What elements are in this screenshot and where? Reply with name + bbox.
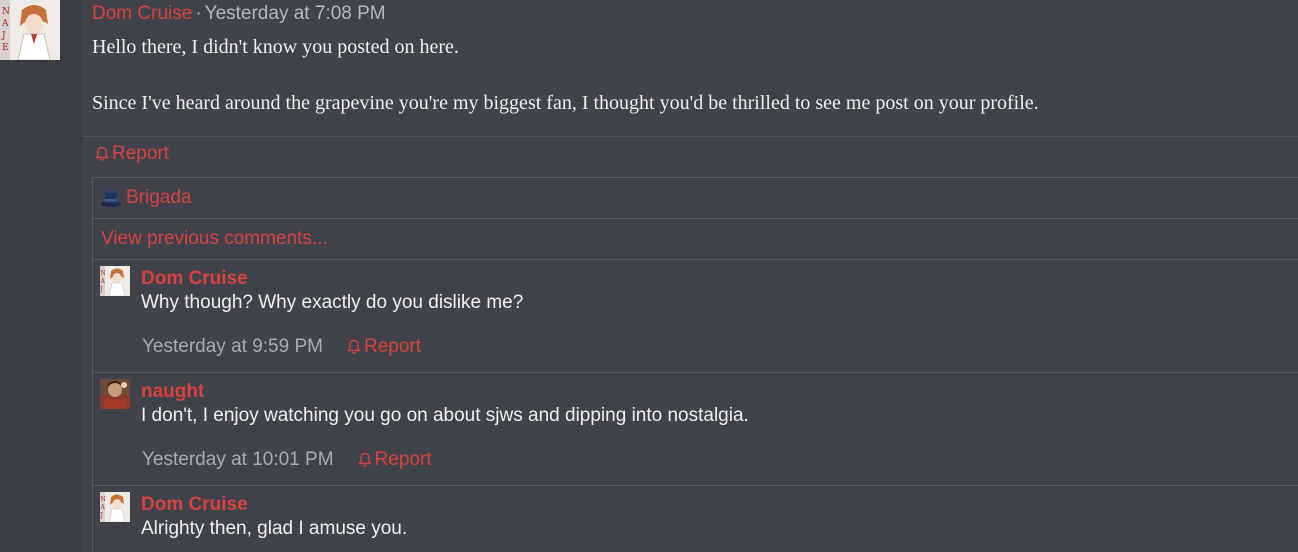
likes-row: Brigada	[93, 178, 1298, 219]
header-separator: ·	[195, 3, 202, 24]
comment-meta: Yesterday at 9:59 PM Report	[142, 336, 421, 358]
comment-meta: Yesterday at 10:01 PM Report	[142, 449, 432, 471]
comment-avatar[interactable]: N A J	[100, 266, 130, 296]
comment-report-link[interactable]: Report	[357, 449, 432, 471]
svg-text:A: A	[100, 504, 106, 511]
comment-author-link[interactable]: Dom Cruise	[141, 268, 248, 290]
comment-item: N A J Dom Cruise Alrighty then, glad I a…	[93, 485, 1298, 552]
comment-text: I don't, I enjoy watching you go on abou…	[141, 405, 749, 426]
comment-report-link[interactable]: Report	[347, 336, 421, 358]
left-gutter: N A J E	[0, 0, 82, 552]
comment-avatar[interactable]	[100, 379, 130, 409]
post-author-link[interactable]: Dom Cruise	[92, 3, 192, 24]
comment-text: Why though? Why exactly do you dislike m…	[141, 292, 524, 313]
bell-icon	[357, 452, 372, 467]
report-label: Report	[363, 336, 421, 357]
post-header: Dom Cruise · Yesterday at 7:08 PM	[92, 3, 386, 25]
comment-item: N A J Dom Cruise Why though? Why exactly…	[93, 259, 1298, 372]
top-hat-icon	[101, 190, 121, 207]
post-panel: Dom Cruise · Yesterday at 7:08 PM Hello th…	[82, 0, 1298, 552]
comment-author-link[interactable]: Dom Cruise	[141, 494, 248, 516]
svg-text:N: N	[2, 7, 10, 17]
comments-section: Brigada View previous comments... N A J	[92, 177, 1298, 552]
avatar-image: N A J	[100, 266, 130, 296]
bell-icon	[95, 146, 109, 161]
comment-timestamp[interactable]: Yesterday at 10:01 PM	[142, 449, 334, 471]
liker-name-link[interactable]: Brigada	[126, 187, 192, 209]
svg-text:N: N	[101, 270, 106, 277]
post-report-link[interactable]: Report	[95, 143, 169, 165]
avatar-image	[100, 379, 130, 409]
post-paragraph: Hello there, I didn't know you posted on…	[92, 36, 459, 58]
svg-text:E: E	[2, 43, 9, 53]
comment-item: naught I don't, I enjoy watching you go …	[93, 372, 1298, 485]
view-previous-comments-link[interactable]: View previous comments...	[101, 228, 328, 250]
post-body: Hello there, I didn't know you posted on…	[92, 34, 1282, 116]
svg-text:J: J	[1, 31, 6, 41]
avatar-image: N A J	[100, 492, 130, 522]
divider	[82, 136, 1298, 137]
comment-text: Alrighty then, glad I amuse you.	[141, 518, 408, 539]
comment-avatar[interactable]: N A J	[100, 492, 130, 522]
post-paragraph: Since I've heard around the grapevine yo…	[92, 92, 1039, 114]
avatar-image: N A J E	[0, 0, 60, 60]
profile-post-page: N A J E Dom Cruise · Yesterday at 7:08 PM …	[0, 0, 1298, 552]
svg-text:A: A	[100, 278, 106, 285]
svg-text:A: A	[1, 19, 9, 29]
author-avatar[interactable]: N A J E	[0, 0, 60, 60]
comment-author-link[interactable]: naught	[141, 381, 204, 403]
report-label: Report	[112, 143, 170, 164]
report-label: Report	[374, 449, 432, 470]
bell-icon	[347, 339, 361, 354]
comment-timestamp[interactable]: Yesterday at 9:59 PM	[142, 336, 323, 358]
svg-text:N: N	[101, 496, 106, 503]
post-timestamp[interactable]: Yesterday at 7:08 PM	[205, 3, 386, 24]
